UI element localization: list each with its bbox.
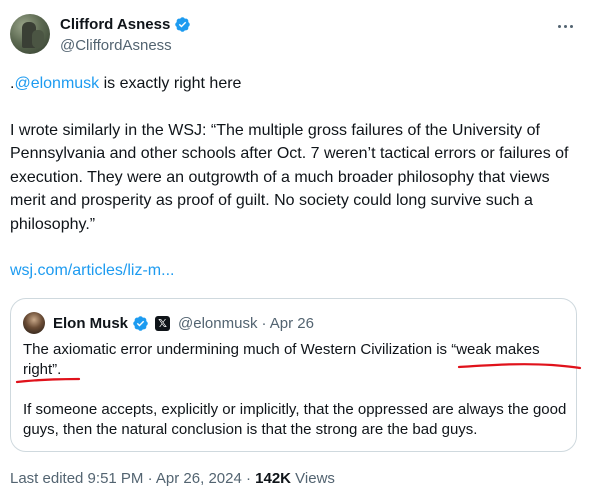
quoted-tweet-header: Elon Musk 𝕏 @elonmusk · Apr 26 — [23, 312, 314, 334]
more-dot — [563, 24, 567, 28]
quoted-author-avatar — [23, 312, 45, 334]
article-link[interactable]: wsj.com/articles/liz-m... — [10, 262, 174, 279]
quoted-author-handle: @elonmusk — [178, 314, 258, 332]
more-options-icon[interactable] — [554, 16, 576, 36]
quoted-tweet-text-1: The axiomatic error undermining much of … — [23, 341, 540, 378]
views-count: 142K — [255, 470, 292, 487]
verified-badge-icon — [133, 315, 148, 331]
edited-timestamp[interactable]: Last edited 9:51 PM · Apr 26, 2024 · — [10, 470, 255, 487]
quoted-tweet-date: · Apr 26 — [261, 314, 314, 332]
quoted-author-name: Elon Musk — [53, 314, 129, 332]
author-name[interactable]: Clifford Asness — [60, 16, 170, 33]
quoted-tweet-text-2: If someone accepts, explicitly or implic… — [23, 401, 567, 438]
author-avatar[interactable] — [10, 14, 50, 54]
avatar-figure-secondary — [32, 30, 44, 48]
mention-suffix: is exactly right here — [99, 75, 242, 92]
tweet-body: .@elonmusk is exactly right here I wrote… — [10, 72, 580, 283]
tweet-meta: Last edited 9:51 PM · Apr 26, 2024 · 142… — [10, 470, 335, 487]
author-handle[interactable]: @CliffordAsness — [60, 37, 172, 54]
tweet-paragraph: I wrote similarly in the WSJ: “The multi… — [10, 121, 569, 233]
more-dot — [569, 24, 573, 28]
views-label: Views — [291, 470, 335, 487]
x-affiliate-icon: 𝕏 — [155, 315, 171, 331]
tweet-header: Clifford Asness @CliffordAsness — [10, 12, 582, 60]
tweet-first-line: .@elonmusk is exactly right here — [10, 72, 580, 96]
more-dot — [557, 24, 561, 28]
verified-badge-icon — [175, 17, 191, 32]
mention-link[interactable]: @elonmusk — [14, 75, 99, 92]
quoted-tweet[interactable]: Elon Musk 𝕏 @elonmusk · Apr 26 The axiom… — [10, 298, 577, 452]
author-name-row: Clifford Asness — [60, 16, 191, 33]
